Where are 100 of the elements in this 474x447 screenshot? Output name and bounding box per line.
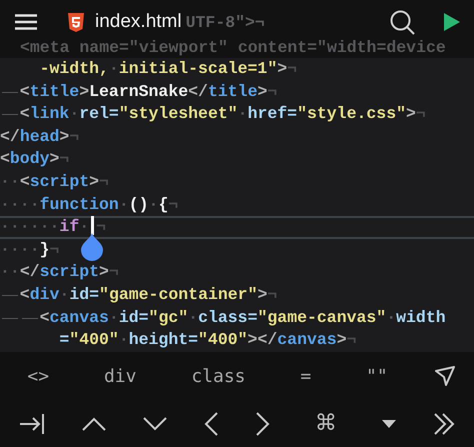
code-text: ></ — [248, 329, 278, 352]
code-text: id= — [69, 284, 100, 306]
code-text: > — [50, 148, 60, 170]
down-icon[interactable] — [143, 416, 168, 430]
code-text: > — [406, 103, 416, 126]
code-text: ···· — [0, 194, 40, 216]
code-text: · — [118, 194, 129, 216]
code-text: > — [257, 80, 268, 103]
code-text: "game-container" — [99, 284, 258, 306]
code-text: </ — [0, 126, 20, 148]
code-text: class= — [198, 306, 258, 329]
code-text: link — [30, 103, 70, 126]
code-text: () — [128, 194, 149, 216]
code-text: > — [277, 58, 288, 80]
code-text: · — [69, 103, 80, 126]
code-text: script — [30, 170, 90, 193]
code-text: · — [188, 306, 198, 329]
code-text: div — [30, 284, 60, 306]
code-text: < — [20, 103, 30, 126]
code-text: "style.css" — [297, 103, 406, 126]
play-icon[interactable] — [444, 13, 460, 31]
code-text: "400" — [198, 329, 248, 352]
cursor-arrow-icon[interactable] — [434, 366, 455, 386]
code-text: < — [20, 284, 30, 306]
code-text: ¬ — [168, 194, 178, 216]
search-icon[interactable] — [390, 10, 415, 34]
code-text: </ — [188, 80, 208, 103]
code-text: = — [59, 329, 70, 352]
code-text: > — [59, 126, 70, 148]
tab-key-icon[interactable] — [18, 412, 45, 434]
left-icon[interactable] — [204, 412, 218, 436]
dropdown-icon[interactable] — [382, 420, 396, 428]
code-text: > — [79, 80, 90, 103]
code-text: LearnSnake — [89, 80, 188, 103]
code-text: · — [386, 306, 396, 329]
file-title: index.html — [95, 11, 182, 33]
code-text: </ — [20, 261, 40, 284]
code-text: width — [396, 306, 446, 329]
code-text: > — [257, 284, 268, 306]
code-text: initial-scale=1" — [118, 58, 278, 80]
snippet-key[interactable]: <> — [19, 362, 58, 390]
right-icon[interactable] — [256, 412, 270, 436]
code-text: · — [108, 58, 119, 80]
snippet-key[interactable]: class — [183, 362, 254, 390]
snippet-key[interactable]: div — [96, 362, 144, 390]
code-text: UTF-8">¬ — [186, 12, 265, 32]
code-text: <meta name="viewport" content="width=device — [19, 40, 447, 56]
code-text: "game-canvas" — [257, 306, 386, 329]
code-text: if — [59, 216, 80, 238]
code-text: title — [30, 80, 80, 103]
command-key[interactable]: ⌘ — [306, 407, 345, 440]
code-text: > — [99, 261, 109, 284]
code-text: "gc" — [148, 306, 188, 329]
code-text: · — [59, 284, 70, 306]
code-text: < — [20, 80, 30, 103]
code-text: ¬ — [108, 261, 119, 284]
code-text: head — [20, 126, 60, 148]
snippet-key[interactable]: = — [292, 362, 320, 390]
code-text: "400" — [69, 329, 119, 352]
code-text: · — [238, 103, 248, 126]
menu-icon[interactable] — [15, 14, 37, 30]
up-icon[interactable] — [82, 416, 106, 430]
code-text: href= — [248, 103, 298, 126]
code-text: height= — [128, 329, 198, 352]
code-text: ¬ — [346, 329, 356, 352]
code-text: > — [336, 329, 347, 352]
code-text: { — [158, 194, 168, 216]
code-text: ¬ — [50, 238, 60, 261]
code-text: ·· — [0, 170, 20, 193]
code-text: body — [10, 148, 50, 170]
code-text: ¬ — [59, 148, 70, 170]
code-text: title — [208, 80, 258, 103]
double-arrow-icon[interactable] — [433, 412, 456, 434]
code-text: < — [40, 306, 50, 329]
code-text: ·· — [0, 261, 20, 284]
code-text: "stylesheet" — [118, 103, 238, 126]
html5-icon — [68, 12, 84, 32]
code-text: rel= — [79, 103, 119, 126]
code-text: ······ — [0, 216, 60, 238]
code-text: ¬ — [416, 103, 426, 126]
code-text: -width, — [40, 58, 109, 80]
code-text: ¬ — [99, 170, 109, 193]
code-text: ¬ — [69, 126, 80, 148]
code-text: canvas — [277, 329, 337, 352]
snippet-key[interactable]: "" — [358, 362, 396, 390]
code-text: canvas — [50, 306, 109, 329]
text-cursor — [91, 216, 94, 236]
code-text: ¬ — [96, 216, 106, 238]
code-text: ···· — [0, 238, 40, 261]
code-text: id= — [118, 306, 149, 329]
code-text: < — [0, 148, 10, 170]
code-text: ¬ — [287, 58, 298, 80]
code-text: ¬ — [267, 80, 278, 103]
code-text: ¬ — [267, 284, 278, 306]
code-text: · — [79, 216, 90, 238]
code-text: · — [108, 306, 119, 329]
code-text: script — [40, 261, 100, 284]
code-text: > — [89, 170, 100, 193]
cursor-handle[interactable] — [81, 233, 104, 262]
code-text: · — [118, 329, 129, 352]
